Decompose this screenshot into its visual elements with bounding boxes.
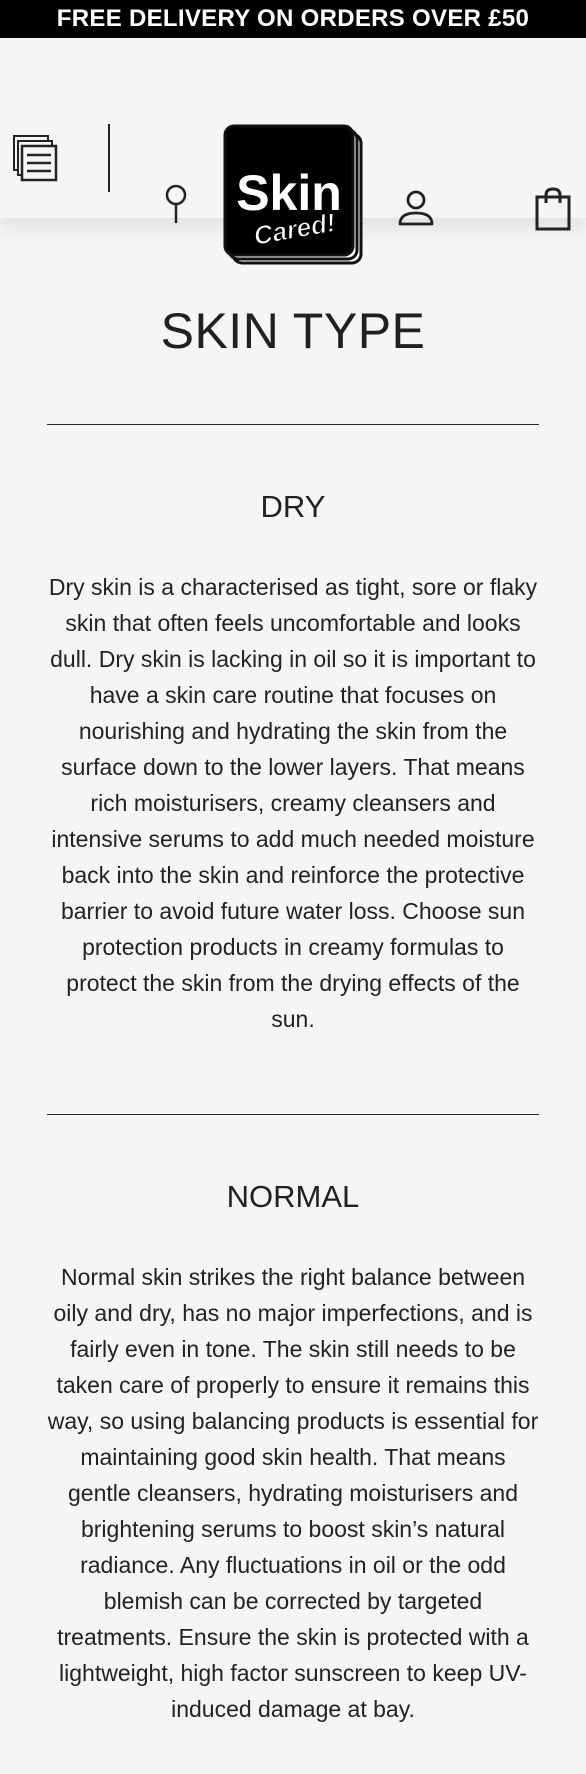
site-header: Skin Cared! (0, 38, 586, 265)
promo-text: FREE DELIVERY ON ORDERS OVER £50 (56, 5, 530, 32)
section-dry: DRY Dry skin is a characterised as tight… (47, 487, 539, 1037)
section-text: Dry skin is a characterised as tight, so… (48, 574, 538, 1032)
section-divider (47, 424, 539, 425)
section-normal: NORMAL Normal skin strikes the right bal… (47, 1177, 539, 1727)
section-title: NORMAL (226, 1179, 360, 1214)
account-icon[interactable] (396, 188, 436, 228)
section-title: DRY (260, 489, 326, 524)
shopping-bag-icon[interactable] (534, 186, 574, 232)
section-divider (47, 1114, 539, 1115)
store-locator-icon[interactable] (162, 183, 190, 227)
header-divider (108, 124, 110, 192)
section-text: Normal skin strikes the right balance be… (47, 1264, 539, 1722)
promo-banner[interactable]: FREE DELIVERY ON ORDERS OVER £50 (0, 0, 586, 38)
skin-cared-logo[interactable]: Skin Cared! (223, 124, 365, 267)
menu-icon[interactable] (12, 134, 62, 188)
main-content: SKIN TYPE DRY Dry skin is a characterise… (0, 218, 586, 1727)
